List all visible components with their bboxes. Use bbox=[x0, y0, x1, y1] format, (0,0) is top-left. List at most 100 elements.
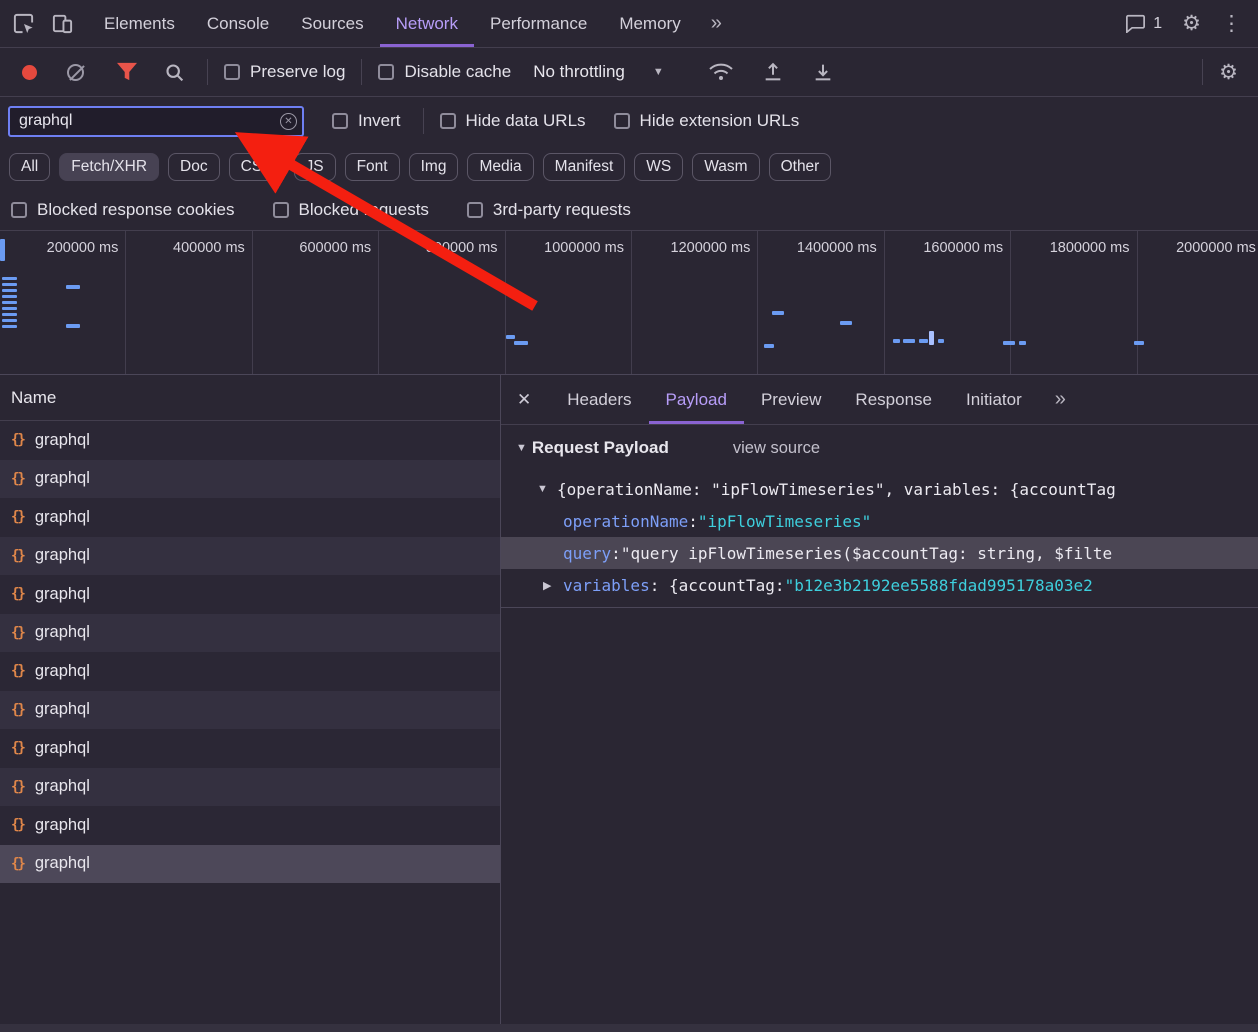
tab-console[interactable]: Console bbox=[191, 0, 285, 47]
filter-chip-css[interactable]: CSS bbox=[228, 153, 285, 181]
request-name: graphql bbox=[34, 738, 90, 757]
filter-chip-doc[interactable]: Doc bbox=[168, 153, 220, 181]
message-bubble-icon bbox=[1125, 14, 1146, 33]
json-braces-icon: {} bbox=[11, 701, 26, 718]
divider bbox=[422, 108, 424, 134]
timeline-request-mark bbox=[938, 339, 944, 343]
payload-line[interactable]: ▶ variables: {accountTag: "b12e3b2192ee55… bbox=[501, 569, 1258, 601]
detail-tab-headers[interactable]: Headers bbox=[550, 375, 648, 424]
settings-gear-icon[interactable]: ⚙ bbox=[1182, 13, 1201, 34]
view-source-link[interactable]: view source bbox=[733, 439, 820, 458]
filter-chip-fetch-xhr[interactable]: Fetch/XHR bbox=[59, 153, 160, 181]
detail-tab-preview[interactable]: Preview bbox=[744, 375, 838, 424]
blocked-filters-row: Blocked response cookies Blocked requests… bbox=[0, 189, 1258, 231]
hide-data-urls-checkbox[interactable]: Hide data URLs bbox=[439, 111, 586, 131]
filter-chip-font[interactable]: Font bbox=[344, 153, 400, 181]
table-row[interactable]: {} graphql bbox=[0, 806, 500, 845]
payload-line[interactable]: operationName: "ipFlowTimeseries" bbox=[501, 505, 1258, 537]
inspect-element-icon[interactable] bbox=[12, 12, 35, 35]
filter-chip-manifest[interactable]: Manifest bbox=[542, 153, 626, 181]
kebab-menu-icon[interactable]: ⋮ bbox=[1221, 13, 1242, 34]
devtools-topbar: Elements Console Sources Network Performance… bbox=[0, 0, 1258, 48]
network-overview-timeline[interactable]: 200000 ms 400000 ms 600000 ms 800000 ms 1000… bbox=[0, 231, 1258, 375]
table-row[interactable]: {} graphql bbox=[0, 575, 500, 614]
preserve-log-checkbox[interactable]: Preserve log bbox=[224, 62, 345, 82]
blocked-requests-checkbox[interactable]: Blocked requests bbox=[272, 200, 429, 220]
tab-performance[interactable]: Performance bbox=[474, 0, 603, 47]
more-detail-tabs-icon[interactable]: » bbox=[1039, 375, 1082, 424]
request-name: graphql bbox=[34, 854, 90, 873]
filter-chip-img[interactable]: Img bbox=[408, 153, 459, 181]
detail-tab-initiator[interactable]: Initiator bbox=[949, 375, 1039, 424]
close-icon[interactable]: ✕ bbox=[501, 375, 550, 424]
checkbox-label: 3rd-party requests bbox=[492, 199, 631, 219]
filter-chip-js[interactable]: JS bbox=[293, 153, 336, 181]
detail-tab-payload[interactable]: Payload bbox=[649, 375, 744, 424]
json-braces-icon: {} bbox=[11, 663, 26, 680]
3rd-party-requests-checkbox[interactable]: 3rd-party requests bbox=[466, 199, 631, 220]
more-panels-icon[interactable]: » bbox=[697, 0, 736, 47]
import-har-icon[interactable] bbox=[762, 61, 784, 83]
detail-tab-response[interactable]: Response bbox=[838, 375, 949, 424]
table-row[interactable]: {} graphql bbox=[0, 844, 500, 883]
collapse-icon[interactable]: ▼ bbox=[516, 442, 527, 454]
clear-requests-button[interactable] bbox=[67, 63, 84, 81]
table-row[interactable]: {} graphql bbox=[0, 536, 500, 575]
hide-extension-urls-checkbox[interactable]: Hide extension URLs bbox=[613, 111, 799, 131]
timeline-request-mark bbox=[2, 289, 17, 292]
request-name: graphql bbox=[34, 623, 90, 642]
payload-text: variables bbox=[563, 575, 650, 595]
payload-line[interactable]: ▼ {operationName: "ipFlowTimeseries", var… bbox=[501, 473, 1258, 505]
table-row[interactable]: {} graphql bbox=[0, 652, 500, 691]
filter-chip-ws[interactable]: WS bbox=[634, 153, 684, 181]
table-row[interactable]: {} graphql bbox=[0, 690, 500, 729]
table-row[interactable]: {} graphql bbox=[0, 729, 500, 768]
network-conditions-icon[interactable] bbox=[708, 62, 734, 82]
throttling-dropdown[interactable]: No throttling ▼ bbox=[533, 62, 664, 82]
tab-memory[interactable]: Memory bbox=[603, 0, 696, 47]
name-column-header[interactable]: Name bbox=[0, 375, 500, 421]
issues-badge[interactable]: 1 bbox=[1125, 14, 1162, 33]
requests-table: Name {} graphql {} graphql {} graphql {} graphq… bbox=[0, 375, 501, 1032]
payload-text: query bbox=[563, 543, 612, 563]
network-split-view: Name {} graphql {} graphql {} graphql {} graphq… bbox=[0, 375, 1258, 1032]
checkbox-box bbox=[466, 201, 483, 218]
clear-filter-icon[interactable]: ✕ bbox=[280, 112, 297, 130]
filter-chip-wasm[interactable]: Wasm bbox=[692, 153, 760, 181]
toolbar-icons bbox=[708, 61, 834, 83]
tab-elements[interactable]: Elements bbox=[88, 0, 191, 47]
timeline-request-mark bbox=[66, 324, 80, 328]
section-title: Request Payload bbox=[531, 438, 669, 457]
request-name: graphql bbox=[34, 430, 90, 449]
table-row[interactable]: {} graphql bbox=[0, 421, 500, 460]
tab-sources[interactable]: Sources bbox=[285, 0, 379, 47]
device-toolbar-icon[interactable] bbox=[51, 12, 74, 35]
request-payload-section-header[interactable]: ▼ Request Payload view source bbox=[501, 425, 1258, 471]
record-button[interactable] bbox=[22, 64, 37, 80]
tab-network[interactable]: Network bbox=[380, 0, 474, 47]
payload-line[interactable]: query: "query ipFlowTimeseries($accountT… bbox=[501, 537, 1258, 569]
expander-icon[interactable]: ▶ bbox=[543, 579, 563, 592]
filter-chip-other[interactable]: Other bbox=[768, 153, 832, 181]
topbar-left-icons bbox=[0, 0, 88, 47]
table-row[interactable]: {} graphql bbox=[0, 613, 500, 652]
filter-funnel-icon[interactable] bbox=[116, 62, 138, 82]
table-row[interactable]: {} graphql bbox=[0, 767, 500, 806]
expander-icon[interactable]: ▼ bbox=[537, 483, 557, 495]
timeline-request-mark bbox=[2, 313, 17, 316]
table-row[interactable]: {} graphql bbox=[0, 459, 500, 498]
request-list: {} graphql {} graphql {} graphql {} graphql {} gr… bbox=[0, 421, 500, 1032]
export-har-icon[interactable] bbox=[812, 61, 834, 83]
invert-checkbox[interactable]: Invert bbox=[332, 111, 401, 131]
table-row[interactable]: {} graphql bbox=[0, 498, 500, 537]
network-settings-gear-icon[interactable]: ⚙ bbox=[1219, 62, 1238, 83]
filter-chip-media[interactable]: Media bbox=[467, 153, 534, 181]
json-braces-icon: {} bbox=[11, 817, 26, 834]
json-braces-icon: {} bbox=[11, 432, 26, 449]
json-braces-icon: {} bbox=[11, 509, 26, 526]
disable-cache-checkbox[interactable]: Disable cache bbox=[378, 62, 511, 82]
filter-chip-all[interactable]: All bbox=[9, 153, 51, 181]
blocked-response-cookies-checkbox[interactable]: Blocked response cookies bbox=[11, 200, 235, 220]
search-icon[interactable] bbox=[164, 62, 185, 83]
filter-input[interactable] bbox=[8, 105, 304, 137]
